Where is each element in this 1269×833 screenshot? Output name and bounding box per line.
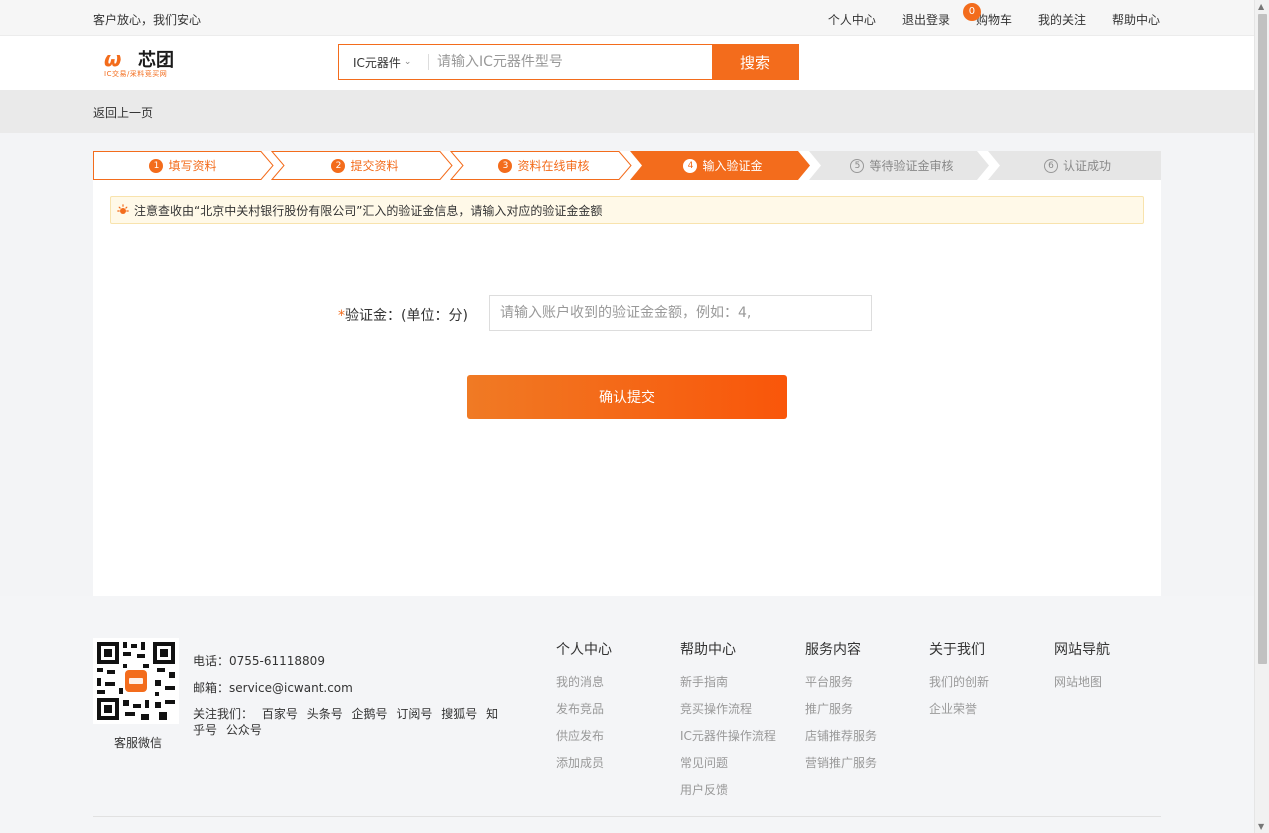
nav-cart[interactable]: 0 购物车 [962, 3, 1012, 28]
sun-icon [117, 204, 129, 214]
search-category-label: IC元器件 [353, 55, 401, 70]
footer-col-title: 个人中心 [556, 642, 612, 658]
confirm-submit-button[interactable]: 确认提交 [467, 375, 787, 419]
contact-email: 邮箱：service@icwant.com [193, 681, 353, 695]
notice-text: 注意查收由“北京中关村银行股份有限公司”汇入的验证金信息，请输入对应的验证金金额 [134, 203, 603, 218]
footer-col-services: 服务内容 平台服务 推广服务 店铺推荐服务 营销推广服务 [805, 639, 877, 777]
footer-col-title: 关于我们 [929, 642, 985, 658]
logo-tagline: IC交易/采料竞买网 [104, 70, 168, 78]
scroll-down-icon[interactable]: ▼ [1258, 822, 1264, 831]
qr-label: 客服微信 [114, 736, 163, 750]
follow-label: 关注我们： [193, 707, 254, 721]
verification-amount-row: *验证金：(单位：分) [93, 295, 1161, 331]
footer-link[interactable]: 网站地图 [1054, 669, 1110, 696]
slogan: 客户放心，我们安心 [93, 13, 202, 27]
logo-mark: ω [104, 47, 121, 71]
nav-my-follow[interactable]: 我的关注 [1038, 11, 1086, 28]
footer-link[interactable]: 用户反馈 [680, 777, 776, 804]
footer-col-help: 帮助中心 新手指南 竞买操作流程 IC元器件操作流程 常见问题 用户反馈 [680, 639, 776, 804]
header: ω 芯团 IC交易/采料竞买网 IC元器件 ⌄ 搜索 [0, 36, 1254, 90]
footer-col-personal: 个人中心 我的消息 发布竞品 供应发布 添加成员 [556, 639, 612, 777]
top-bar: 客户放心，我们安心 个人中心 退出登录 0 购物车 我的关注 帮助中心 [0, 0, 1254, 36]
footer-link[interactable]: 添加成员 [556, 750, 612, 777]
scroll-up-icon[interactable]: ▲ [1258, 2, 1264, 11]
follow-qiehao[interactable]: 企鹅号 [352, 707, 388, 721]
footer-col-title: 网站导航 [1054, 642, 1110, 658]
search-category-select[interactable]: IC元器件 ⌄ [339, 45, 427, 79]
step-3: 3 资料在线审核 [457, 151, 631, 180]
footer-link[interactable]: 我的消息 [556, 669, 612, 696]
footer-col-title: 帮助中心 [680, 642, 736, 658]
verification-amount-label: *验证金：(单位：分) [338, 308, 468, 324]
footer-divider [93, 816, 1161, 817]
nav-cart-label: 购物车 [975, 13, 1012, 27]
footer-col-sitemap: 网站导航 网站地图 [1054, 639, 1110, 696]
verification-amount-input[interactable] [489, 295, 872, 331]
step-6: 6 认证成功 [994, 151, 1161, 180]
footer-link[interactable]: 常见问题 [680, 750, 776, 777]
step-2: 2 提交资料 [278, 151, 452, 180]
chevron-down-icon: ⌄ [403, 57, 412, 67]
search-divider [428, 54, 429, 70]
footer-link[interactable]: 供应发布 [556, 723, 612, 750]
logo[interactable]: ω 芯团 IC交易/采料竞买网 [104, 45, 184, 81]
qr-code-icon [93, 638, 179, 724]
footer: 客服微信 电话：0755-61118809 邮箱：service@icwant.… [0, 596, 1254, 833]
step-5: 5 等待验证金审核 [815, 151, 989, 180]
scroll-thumb[interactable] [1258, 14, 1267, 664]
footer-link[interactable]: 店铺推荐服务 [805, 723, 877, 750]
footer-link[interactable]: 推广服务 [805, 696, 877, 723]
nav-help-center[interactable]: 帮助中心 [1112, 11, 1160, 28]
contact-phone: 电话：0755-61118809 [193, 654, 325, 668]
footer-link[interactable]: 平台服务 [805, 669, 877, 696]
footer-col-about: 关于我们 我们的创新 企业荣誉 [929, 639, 989, 723]
nav-personal-center[interactable]: 个人中心 [828, 11, 876, 28]
search-button[interactable]: 搜索 [712, 45, 798, 79]
footer-col-title: 服务内容 [805, 642, 861, 658]
follow-baijiahao[interactable]: 百家号 [262, 707, 298, 721]
follow-us: 关注我们： 百家号 头条号 企鹅号 订阅号 搜狐号 知乎号 公众号 [193, 706, 503, 738]
nav-logout[interactable]: 退出登录 [902, 11, 950, 28]
footer-link[interactable]: IC元器件操作流程 [680, 723, 776, 750]
footer-link[interactable]: 我们的创新 [929, 669, 989, 696]
search-bar: IC元器件 ⌄ 搜索 [338, 44, 799, 80]
footer-link[interactable]: 新手指南 [680, 669, 776, 696]
progress-steps: 1 填写资料 2 提交资料 3 资料在线审核 4 输入验证金 5 等待验证金审核 6 认证成… [93, 151, 1161, 180]
footer-link[interactable]: 发布竞品 [556, 696, 612, 723]
back-link[interactable]: 返回上一页 [93, 104, 153, 121]
footer-link[interactable]: 营销推广服务 [805, 750, 877, 777]
footer-link[interactable]: 竞买操作流程 [680, 696, 776, 723]
main-panel: 1 填写资料 2 提交资料 3 资料在线审核 4 输入验证金 5 等待验证金审核 6 认证成… [93, 151, 1161, 596]
follow-souhu[interactable]: 搜狐号 [441, 707, 477, 721]
step-1: 1 填写资料 [93, 151, 273, 180]
notice-banner: 注意查收由“北京中关村银行股份有限公司”汇入的验证金信息，请输入对应的验证金金额 [110, 196, 1144, 224]
contact-info: 电话：0755-61118809 邮箱：service@icwant.com 关… [193, 648, 503, 738]
breadcrumb-strip [0, 90, 1254, 133]
cart-count-badge: 0 [962, 3, 981, 21]
follow-gongzhonghao[interactable]: 公众号 [226, 723, 262, 737]
footer-link[interactable]: 企业荣誉 [929, 696, 989, 723]
page-scrollbar[interactable]: ▲ ▼ [1254, 0, 1269, 833]
search-input[interactable] [437, 46, 707, 78]
step-4: 4 输入验证金 [636, 151, 810, 180]
follow-toutiao[interactable]: 头条号 [307, 707, 343, 721]
top-nav: 个人中心 退出登录 0 购物车 我的关注 帮助中心 [828, 3, 1160, 28]
follow-dingyuehao[interactable]: 订阅号 [396, 707, 432, 721]
